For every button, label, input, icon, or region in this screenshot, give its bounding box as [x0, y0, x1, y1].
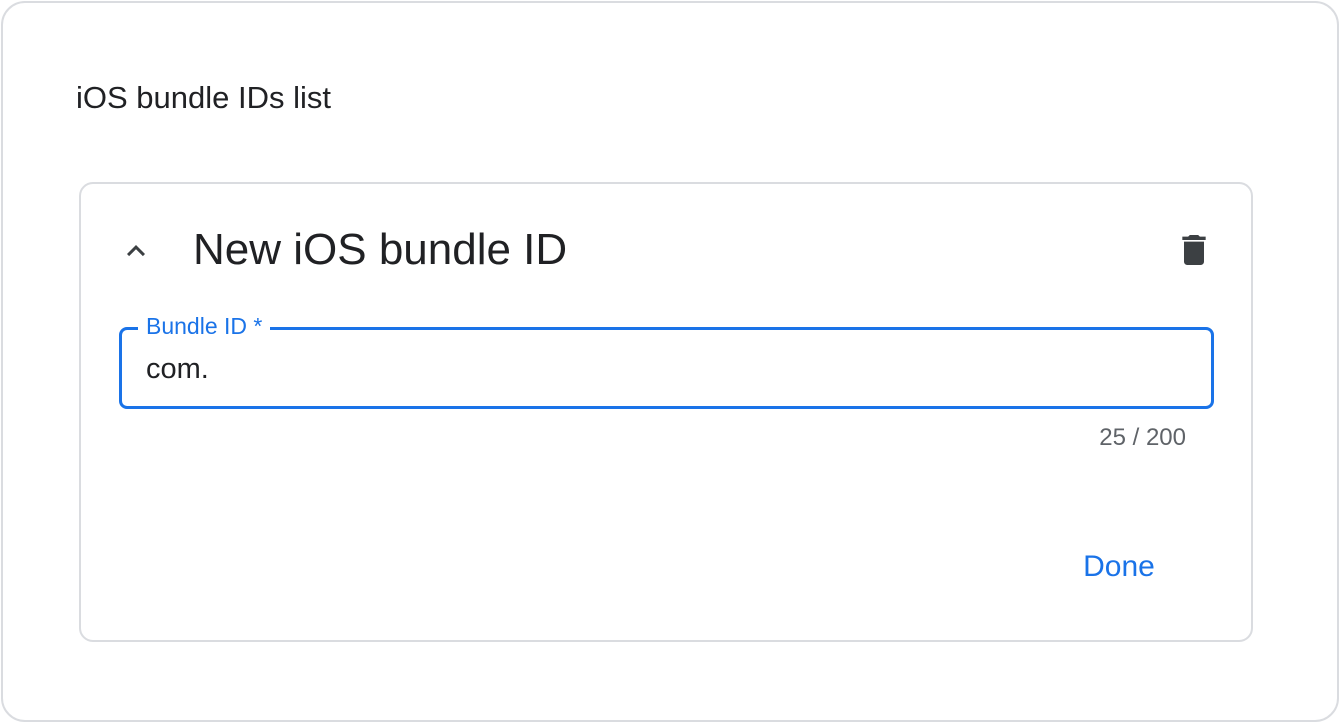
- collapse-button[interactable]: [106, 225, 166, 277]
- delete-button[interactable]: [1166, 222, 1222, 278]
- done-button[interactable]: Done: [1058, 540, 1180, 594]
- delete-icon: [1182, 235, 1206, 265]
- section-title: iOS bundle IDs list: [76, 80, 331, 115]
- card-title: New iOS bundle ID: [193, 225, 568, 274]
- character-counter: 25 / 200: [1099, 424, 1186, 451]
- chevron-up-icon: [127, 245, 145, 257]
- bundle-id-label: Bundle ID *: [138, 311, 271, 341]
- bundle-id-input[interactable]: [146, 349, 1186, 389]
